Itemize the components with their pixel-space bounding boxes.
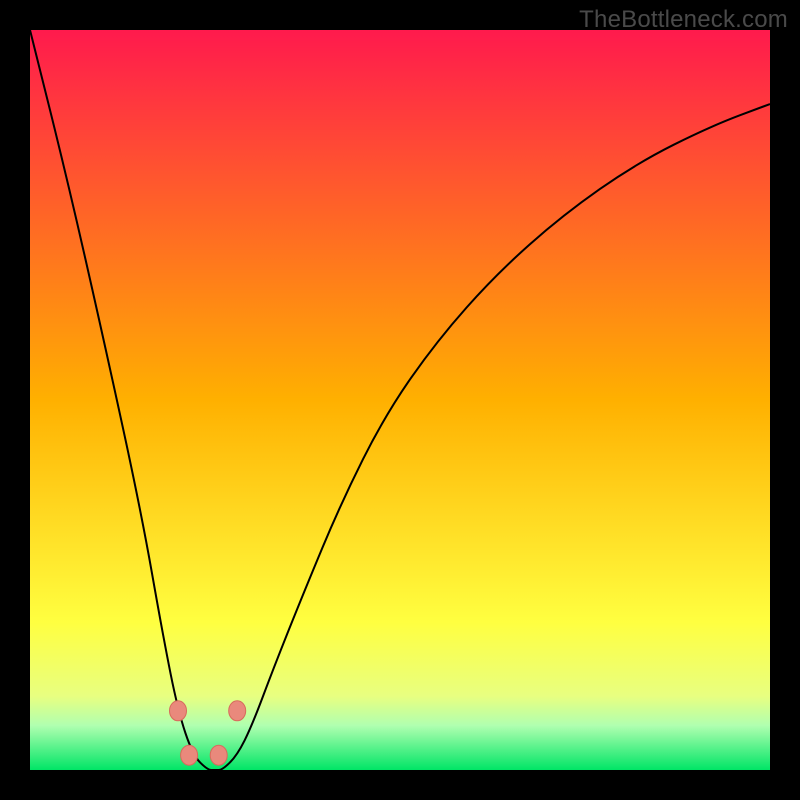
bottleneck-plot [30,30,770,770]
chart-frame: TheBottleneck.com [0,0,800,800]
plot-background [30,30,770,770]
curve-marker [181,745,198,765]
curve-marker [210,745,227,765]
curve-marker [170,701,187,721]
curve-marker [229,701,246,721]
watermark-text: TheBottleneck.com [579,6,788,34]
bottleneck-svg [30,30,770,770]
